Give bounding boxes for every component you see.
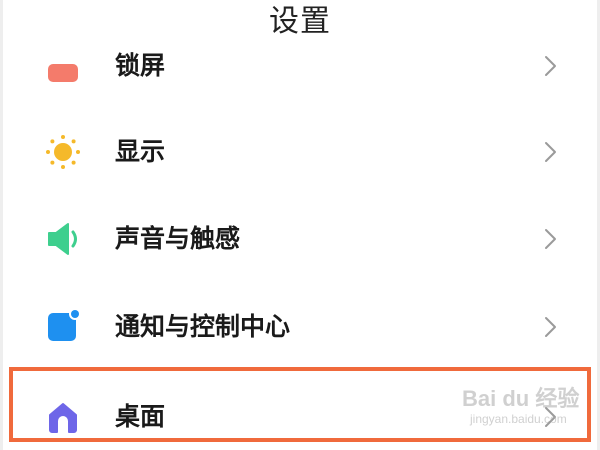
chevron-right-icon <box>539 139 561 165</box>
settings-item-label: 桌面 <box>115 402 166 431</box>
settings-item-label: 通知与控制中心 <box>115 312 291 341</box>
chevron-right-icon <box>539 314 561 340</box>
chevron-right-icon <box>539 404 561 430</box>
settings-item-label: 锁屏 <box>115 51 166 80</box>
settings-item-sound[interactable]: 声音与触感 <box>3 196 597 282</box>
speaker-icon <box>43 219 83 259</box>
settings-item-notifications[interactable]: 通知与控制中心 <box>3 284 597 370</box>
settings-item-label: 显示 <box>115 137 166 166</box>
settings-screen: 锁屏 设置 显示 声音与触感 通知与控制中心 桌面 Bai du 经验 jing… <box>0 0 600 450</box>
header-bar: 设置 <box>3 0 597 46</box>
page-title: 设置 <box>269 4 331 39</box>
settings-list: 锁屏 设置 显示 声音与触感 通知与控制中心 桌面 <box>0 0 600 450</box>
chevron-right-icon <box>539 53 561 79</box>
settings-item-display[interactable]: 显示 <box>3 109 597 195</box>
lock-screen-icon <box>43 46 83 86</box>
notification-icon <box>43 307 83 347</box>
sun-icon <box>43 132 83 172</box>
settings-item-label: 声音与触感 <box>115 224 241 253</box>
home-icon <box>43 397 83 437</box>
chevron-right-icon <box>539 226 561 252</box>
settings-item-home-screen[interactable]: 桌面 <box>3 373 597 450</box>
